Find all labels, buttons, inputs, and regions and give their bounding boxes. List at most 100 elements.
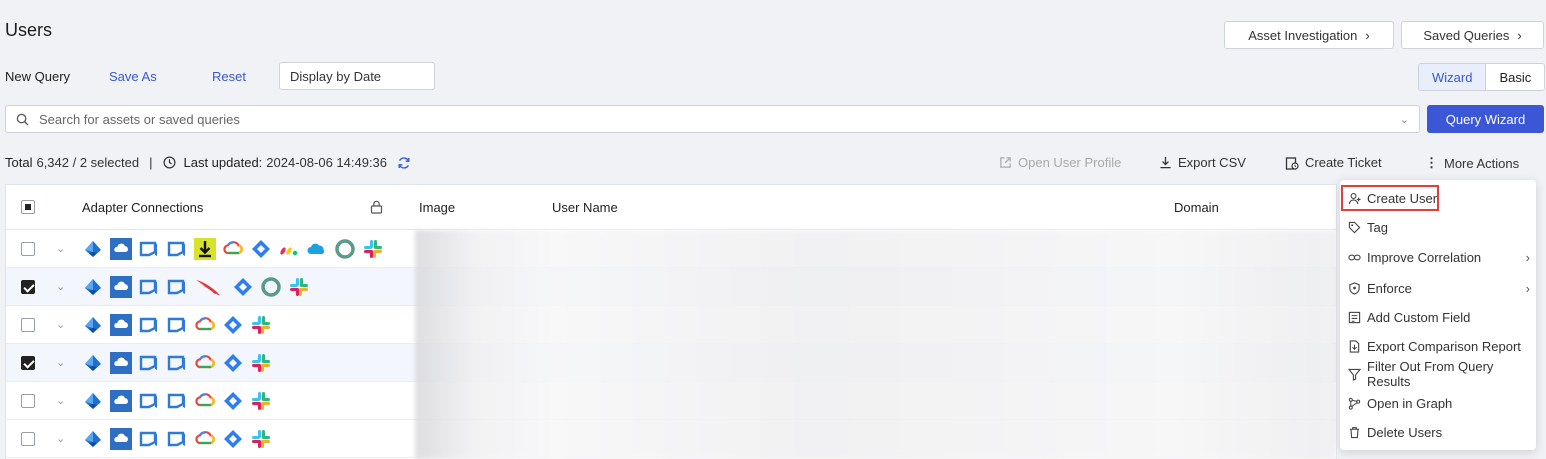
reset-button[interactable]: Reset: [212, 69, 246, 84]
menu-item-label: Improve Correlation: [1367, 249, 1482, 265]
azure-ad-icon[interactable]: [82, 390, 104, 412]
lock-icon[interactable]: [370, 200, 383, 214]
column-image[interactable]: Image: [419, 200, 455, 215]
azure-ad-icon[interactable]: [82, 428, 104, 450]
column-user-name[interactable]: User Name: [552, 200, 618, 215]
lync-icon[interactable]: [138, 314, 160, 336]
slack-icon[interactable]: [250, 314, 272, 336]
expand-row-icon[interactable]: ⌄: [56, 318, 65, 331]
cloud-icon[interactable]: [110, 313, 132, 336]
menu-item-enforce[interactable]: Enforce ›: [1348, 277, 1530, 299]
download-icon[interactable]: [194, 237, 216, 260]
cloud-icon[interactable]: [110, 427, 132, 450]
column-domain[interactable]: Domain: [1174, 200, 1219, 215]
row-checkbox[interactable]: [21, 241, 35, 256]
query-wizard-button[interactable]: Query Wizard: [1427, 105, 1544, 133]
asset-investigation-button[interactable]: Asset Investigation ›: [1224, 21, 1394, 49]
gcp-icon[interactable]: [194, 390, 216, 412]
lync-icon[interactable]: [138, 276, 160, 298]
monday-icon[interactable]: [278, 238, 300, 260]
lync-icon[interactable]: [138, 390, 160, 412]
cloud-icon[interactable]: [110, 275, 132, 298]
slack-icon[interactable]: [362, 238, 384, 260]
expand-row-icon[interactable]: ⌄: [56, 394, 65, 407]
slack-icon[interactable]: [250, 352, 272, 374]
saved-queries-button[interactable]: Saved Queries ›: [1401, 21, 1544, 49]
menu-item-open-in-graph[interactable]: Open in Graph: [1348, 392, 1530, 414]
azure-ad-icon[interactable]: [82, 352, 104, 374]
select-all-checkbox[interactable]: [21, 200, 35, 214]
slack-icon[interactable]: [250, 428, 272, 450]
crowdstrike-icon[interactable]: [194, 276, 226, 298]
jira-icon[interactable]: [222, 390, 244, 412]
lync-icon[interactable]: [166, 314, 188, 336]
cloud-icon[interactable]: [110, 389, 132, 412]
lync-icon[interactable]: [138, 352, 160, 374]
gcp-icon[interactable]: [194, 428, 216, 450]
trash-icon: [1348, 426, 1361, 439]
search-input[interactable]: Search for assets or saved queries ⌄: [5, 105, 1420, 133]
expand-row-icon[interactable]: ⌄: [56, 280, 65, 293]
expand-row-icon[interactable]: ⌄: [56, 356, 65, 369]
gcp-icon[interactable]: [194, 352, 216, 374]
lync-icon[interactable]: [138, 238, 160, 260]
menu-item-label: Enforce: [1367, 280, 1412, 296]
jira-icon[interactable]: [250, 238, 272, 260]
expand-row-icon[interactable]: ⌄: [56, 432, 65, 445]
row-checkbox[interactable]: [21, 431, 35, 446]
menu-item-export-comparison-report[interactable]: Export Comparison Report: [1348, 335, 1530, 357]
lync-icon[interactable]: [138, 428, 160, 450]
column-adapter-connections[interactable]: Adapter Connections: [82, 200, 203, 215]
save-as-button[interactable]: Save As: [109, 69, 157, 84]
azure-ad-icon[interactable]: [82, 276, 104, 298]
cloud-icon[interactable]: [110, 237, 132, 260]
graph-icon: [1348, 397, 1361, 410]
shield-icon: [1348, 281, 1361, 295]
wizard-tab[interactable]: Wizard: [1419, 64, 1487, 90]
jira-icon[interactable]: [232, 276, 254, 298]
basic-tab[interactable]: Basic: [1486, 64, 1544, 90]
row-checkbox[interactable]: [21, 355, 35, 370]
ticket-icon: [1285, 156, 1299, 170]
gcp-icon[interactable]: [194, 314, 216, 336]
more-actions-button[interactable]: ⋮ More Actions: [1425, 155, 1519, 171]
create-ticket-button[interactable]: Create Ticket: [1285, 155, 1382, 170]
slack-icon[interactable]: [288, 276, 310, 298]
row-checkbox[interactable]: [21, 393, 35, 408]
menu-item-delete-users[interactable]: Delete Users: [1348, 421, 1530, 443]
lync-icon[interactable]: [166, 352, 188, 374]
menu-item-add-custom-field[interactable]: Add Custom Field: [1348, 306, 1530, 328]
azure-ad-icon[interactable]: [82, 314, 104, 336]
chevron-right-icon: ›: [1525, 280, 1530, 296]
azure-ad-icon[interactable]: [82, 238, 104, 260]
open-user-profile-button[interactable]: Open User Profile: [999, 155, 1121, 170]
refresh-icon[interactable]: [397, 156, 411, 170]
expand-row-icon[interactable]: ⌄: [56, 242, 65, 255]
lync-icon[interactable]: [166, 238, 188, 260]
export-csv-button[interactable]: Export CSV: [1159, 155, 1246, 170]
adapter-icons: [82, 275, 310, 298]
lync-icon[interactable]: [166, 390, 188, 412]
menu-item-improve-correlation[interactable]: Improve Correlation ›: [1348, 246, 1530, 268]
clock-icon: [163, 156, 175, 169]
lync-icon[interactable]: [166, 276, 188, 298]
adapter-icons: [82, 427, 272, 450]
okta-icon[interactable]: [260, 276, 282, 298]
jira-icon[interactable]: [222, 314, 244, 336]
okta-icon[interactable]: [334, 238, 356, 260]
display-by-date-button[interactable]: Display by Date: [279, 62, 435, 90]
jira-icon[interactable]: [222, 428, 244, 450]
menu-item-filter-out-from-query-results[interactable]: Filter Out From Query Results: [1348, 359, 1530, 389]
new-query-button[interactable]: New Query: [5, 69, 70, 84]
lync-icon[interactable]: [166, 428, 188, 450]
stats-bar: Total 6,342 / 2 selected | Last updated:…: [5, 155, 411, 170]
slack-icon[interactable]: [250, 390, 272, 412]
row-checkbox[interactable]: [21, 317, 35, 332]
jira-icon[interactable]: [222, 352, 244, 374]
cloud-icon[interactable]: [110, 351, 132, 374]
salesforce-icon[interactable]: [306, 238, 328, 260]
row-checkbox[interactable]: [21, 279, 35, 294]
chevron-down-icon[interactable]: ⌄: [1400, 113, 1409, 126]
gcp-icon[interactable]: [222, 238, 244, 260]
menu-item-tag[interactable]: Tag: [1348, 216, 1530, 238]
